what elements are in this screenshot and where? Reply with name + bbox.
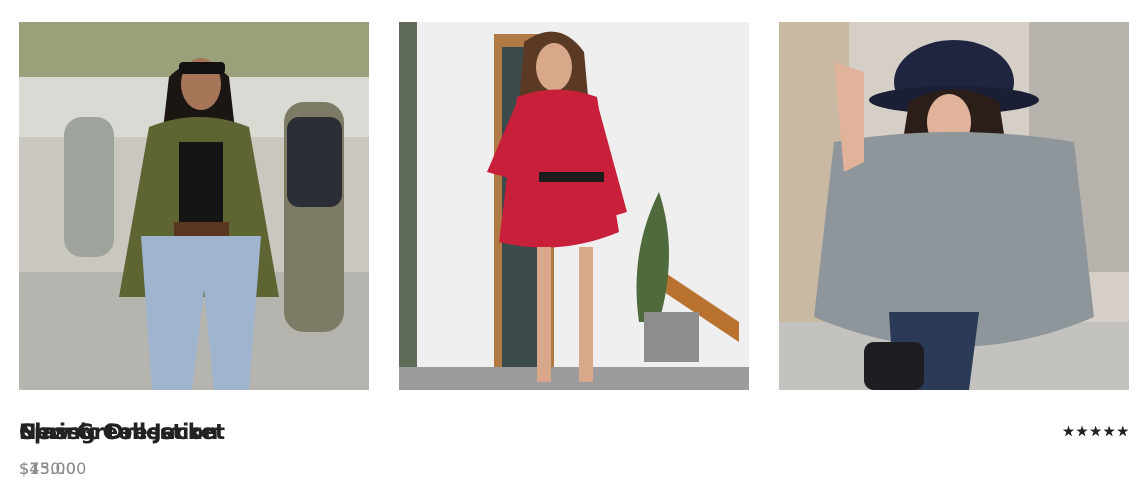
product-price: $130.00 xyxy=(19,459,87,478)
product-title[interactable]: Spring Collection xyxy=(19,420,218,444)
product-card[interactable]: New Green Jacket ★ ★ ★ ★ ★ $75.00 xyxy=(19,22,1129,478)
product-card[interactable]: Spring Collection ★ ★ ★ ★ ★ $130.00 xyxy=(19,22,1129,478)
rating-stars: ★ ★ ★ ★ ★ xyxy=(1062,423,1129,441)
product-image-link[interactable] xyxy=(779,22,1129,390)
product-photo xyxy=(779,22,1129,390)
product-image-link[interactable] xyxy=(19,22,369,390)
product-photo xyxy=(399,22,749,390)
product-card[interactable]: Classic Dress ★ ★ ★ ★ ★ $45.00 xyxy=(19,22,1129,478)
product-grid: New Green Jacket ★ ★ ★ ★ ★ $75.00 Classi… xyxy=(19,22,1129,478)
star-icon: ★ xyxy=(1075,424,1089,440)
star-icon: ★ xyxy=(1062,424,1075,440)
star-icon: ★ xyxy=(1116,424,1129,440)
star-icon: ★ xyxy=(1089,424,1102,440)
product-image-link[interactable] xyxy=(399,22,749,390)
product-photo xyxy=(19,22,369,390)
star-icon: ★ xyxy=(1102,424,1116,440)
